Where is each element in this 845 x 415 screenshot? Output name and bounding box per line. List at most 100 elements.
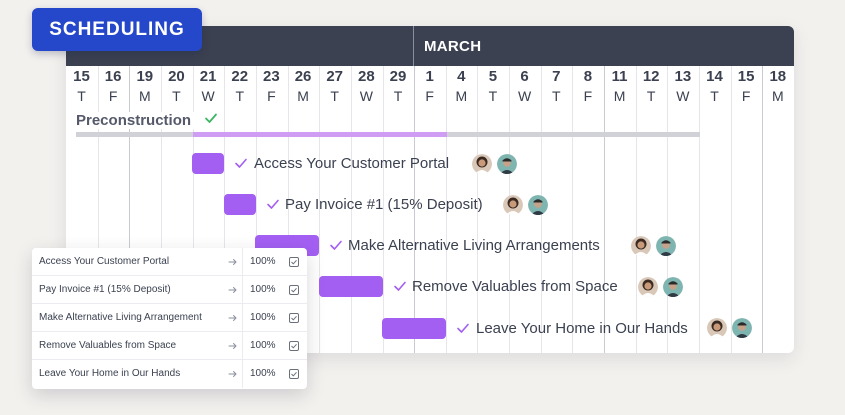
column-divider [242,248,243,276]
checkbox-icon[interactable] [289,257,299,267]
avatar[interactable] [663,277,683,297]
day-number: 15 [737,68,755,85]
day-number: 23 [263,68,280,85]
task-label[interactable]: Remove Valuables from Space [412,278,618,295]
task-label[interactable]: Access Your Customer Portal [254,155,449,172]
grid-line [572,66,573,353]
month-divider [413,26,414,66]
check-icon [394,281,406,291]
day-column-header: 1F [414,67,445,105]
day-column-header: 6W [509,67,540,105]
weekday-letter: F [741,88,751,104]
day-column-header: 26 M [288,67,319,105]
list-item[interactable]: Make Alternative Living Arrangement 100% [32,304,307,332]
day-number: 29 [389,68,407,85]
day-number: 18 [769,68,787,85]
list-item[interactable]: Access Your Customer Portal 100% [32,248,307,276]
task-bar-leave-home[interactable] [382,318,446,339]
day-number: 28 [358,68,375,85]
checkbox-icon[interactable] [289,341,299,351]
day-column-header: 8F [572,67,603,105]
day-number: 12 [642,68,660,85]
grid-line [731,66,732,353]
check-icon [205,113,217,123]
day-column-header: 21 W [193,67,224,105]
avatar[interactable] [503,195,523,215]
weekday-letter: T [235,88,245,104]
day-number: 15 [73,68,90,85]
day-column-header: 22 T [224,67,255,105]
checkbox-icon[interactable] [289,285,299,295]
phase-label[interactable]: Preconstruction [76,112,196,129]
checkbox-icon[interactable] [289,313,299,323]
weekday-letter: M [771,88,784,104]
check-icon [267,199,279,209]
grid-line [636,66,637,353]
list-item[interactable]: Remove Valuables from Space 100% [32,332,307,360]
task-list-card: Access Your Customer Portal 100% Pay Inv… [32,248,307,389]
day-number: 5 [488,68,498,85]
avatar[interactable] [631,236,651,256]
weekday-letter: T [393,88,403,104]
weekday-letter: T [551,88,561,104]
column-divider [242,332,243,360]
day-number: 11 [611,68,628,85]
task-bar-pay-invoice[interactable] [224,194,256,215]
day-column-header: 15 F [731,67,762,105]
day-column-header: 19 M [129,67,160,105]
day-column-header: 14 T [699,67,730,105]
avatar[interactable] [707,318,727,338]
task-name: Pay Invoice #1 (15% Deposit) [39,284,171,295]
grid-line [604,66,605,353]
avatar[interactable] [656,236,676,256]
task-percent: 100% [250,312,276,323]
avatar[interactable] [732,318,752,338]
avatar[interactable] [472,154,492,174]
day-number: 26 [294,68,312,85]
weekday-letter: F [583,88,593,104]
scheduling-badge: SCHEDULING [32,8,202,51]
day-number: 6 [520,68,529,85]
weekday-letter: T [646,88,656,104]
day-column-header: 7T [541,67,572,105]
arrow-right-icon[interactable] [228,285,238,295]
day-column-header: 20 T [161,67,192,105]
list-item[interactable]: Leave Your Home in Our Hands 100% [32,360,307,388]
weekday-letter: M [297,88,309,104]
task-name: Access Your Customer Portal [39,256,170,267]
avatar[interactable] [638,277,658,297]
avatar[interactable] [497,154,517,174]
day-column-header: 18 M [762,67,793,105]
day-number: 4 [457,68,466,85]
day-column-header: 13 W [667,67,698,105]
avatar[interactable] [528,195,548,215]
arrow-right-icon[interactable] [228,341,238,351]
day-column-header: 15 T [66,67,97,105]
day-number: 13 [674,68,692,85]
weekday-letter: T [710,88,719,104]
task-percent: 100% [250,340,276,351]
weekday-letter: F [108,88,118,104]
task-label[interactable]: Leave Your Home in Our Hands [476,320,688,337]
weekday-letter: W [359,88,373,104]
task-bar-access-portal[interactable] [192,153,224,174]
weekday-letter: F [267,88,276,104]
task-label[interactable]: Pay Invoice #1 (15% Deposit) [285,196,483,213]
day-number: 27 [326,68,344,85]
checkbox-icon[interactable] [289,369,299,379]
task-percent: 100% [250,284,276,295]
day-column-header: 11 M [604,67,635,105]
day-number: 16 [104,68,122,85]
day-number: 8 [583,68,593,85]
grid-line [762,66,763,353]
arrow-right-icon[interactable] [228,369,238,379]
weekday-letter: T [172,88,181,104]
day-column-header: 4M [446,67,477,105]
task-label[interactable]: Make Alternative Living Arrangements [348,237,600,254]
phase-progress-fill [193,132,447,137]
arrow-right-icon[interactable] [228,313,238,323]
arrow-right-icon[interactable] [228,257,238,267]
task-bar-remove-valuables[interactable] [319,276,383,297]
weekday-letter: T [488,88,498,104]
list-item[interactable]: Pay Invoice #1 (15% Deposit) 100% [32,276,307,304]
